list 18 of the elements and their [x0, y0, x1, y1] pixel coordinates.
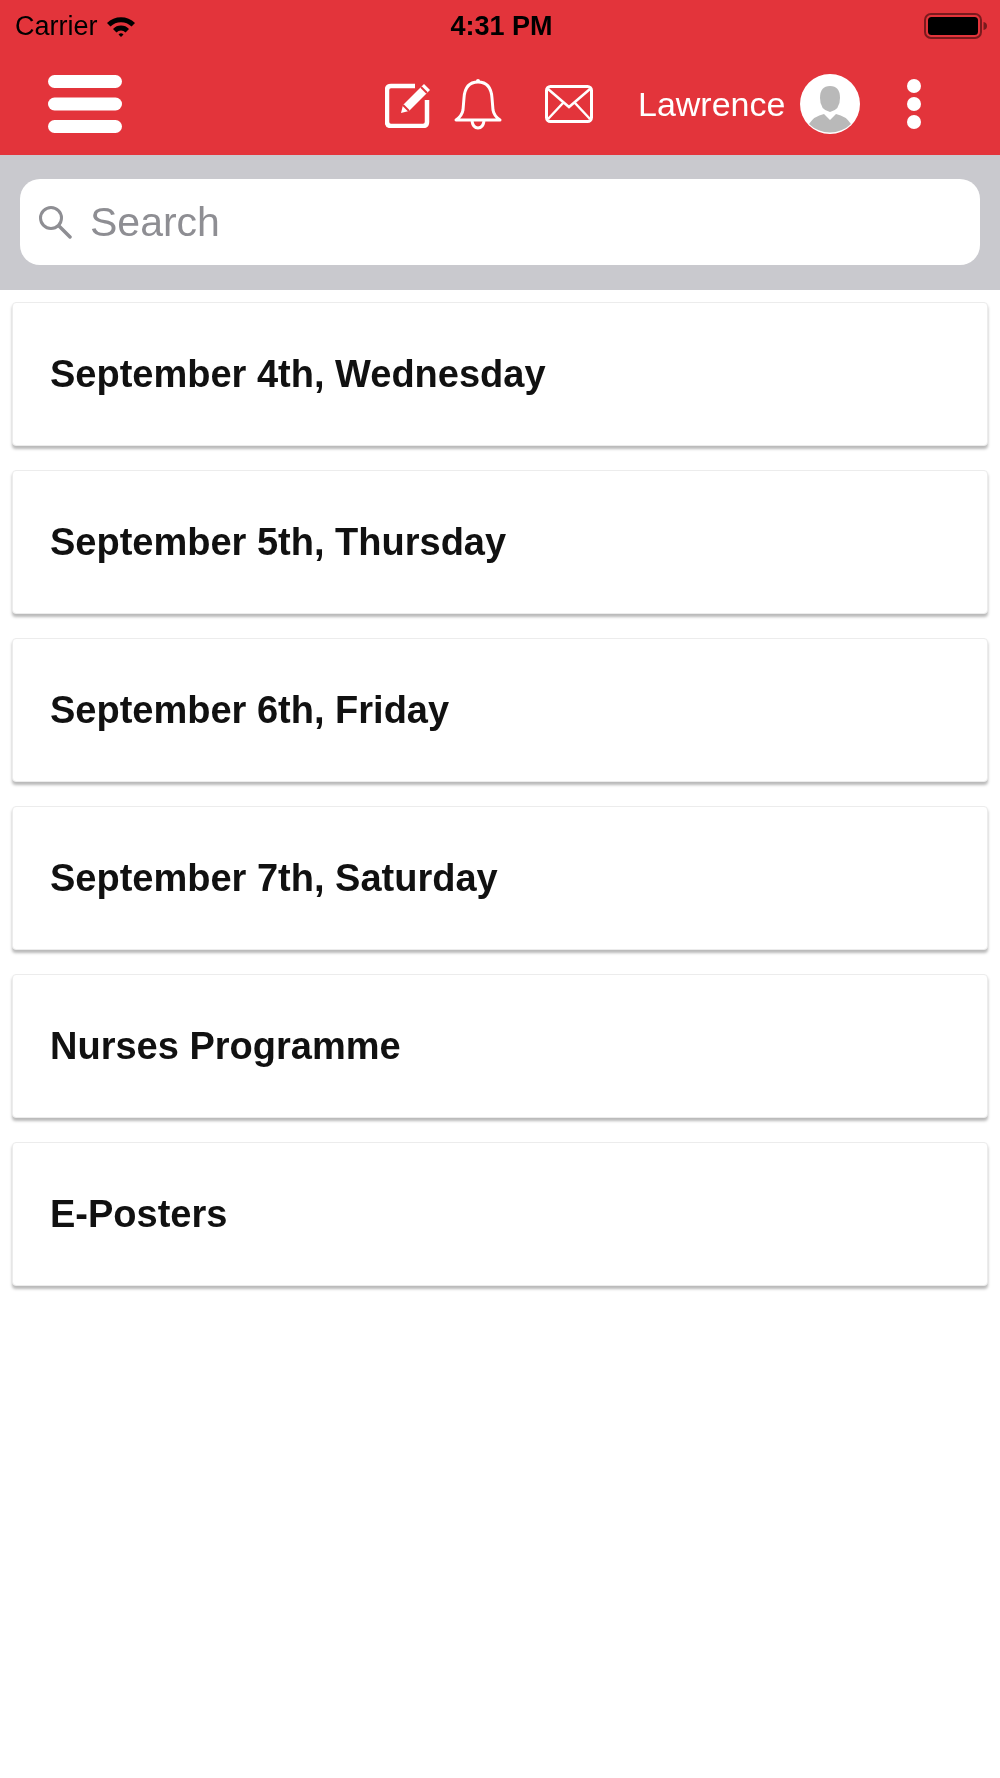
battery-icon [924, 13, 988, 39]
schedule-card[interactable]: September 4th, Wednesday [12, 302, 988, 446]
menu-button[interactable] [48, 74, 122, 133]
mail-icon[interactable] [545, 84, 593, 123]
schedule-card[interactable]: E-Posters [12, 1142, 988, 1286]
schedule-card[interactable]: September 6th, Friday [12, 638, 988, 782]
bell-icon[interactable] [453, 77, 503, 130]
avatar-icon[interactable] [800, 73, 861, 134]
schedule-card[interactable]: Nurses Programme [12, 974, 988, 1118]
schedule-card[interactable]: September 7th, Saturday [12, 806, 988, 950]
carrier-name: Carrier [15, 12, 98, 40]
more-options-icon[interactable] [906, 77, 923, 130]
search-field[interactable]: Search [20, 179, 980, 265]
clock-time: 4:31 PM [450, 12, 553, 40]
schedule-card[interactable]: September 5th, Thursday [12, 470, 988, 614]
user-name[interactable]: Lawrence [638, 86, 786, 121]
search-icon [38, 205, 72, 239]
wifi-icon [105, 15, 136, 37]
